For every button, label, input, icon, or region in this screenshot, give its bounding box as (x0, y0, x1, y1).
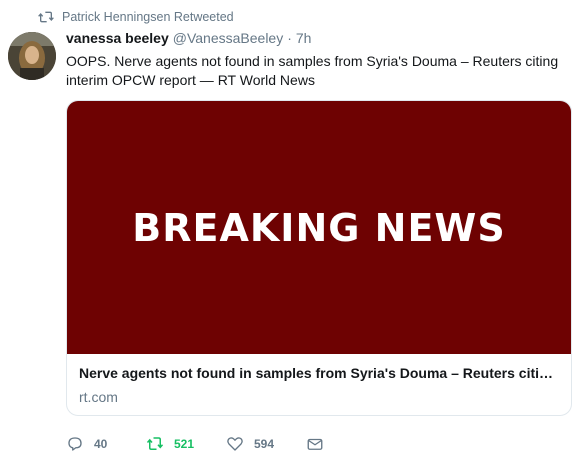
reply-button[interactable]: 40 (66, 434, 107, 454)
reply-count: 40 (94, 437, 108, 451)
retweet-context: Patrick Henningsen Retweeted (38, 8, 234, 26)
author-display-name[interactable]: vanessa beeley (66, 30, 169, 46)
like-count: 594 (254, 437, 275, 451)
author-handle[interactable]: @VanessaBeeley (173, 30, 283, 46)
retweet-count: 521 (174, 437, 195, 451)
avatar[interactable] (8, 32, 56, 80)
direct-message-button[interactable] (306, 434, 324, 454)
like-button[interactable]: 594 (226, 434, 274, 454)
direct-message-icon (307, 438, 323, 450)
card-domain: rt.com (79, 389, 118, 405)
tweet-actions: 40 521 594 (66, 434, 366, 454)
retweet-icon (38, 11, 54, 23)
tweet[interactable]: Patrick Henningsen Retweeted vanessa bee… (0, 0, 584, 458)
reply-icon (68, 437, 82, 451)
card-title[interactable]: Nerve agents not found in samples from S… (79, 365, 559, 381)
avatar-photo (8, 32, 56, 80)
tweet-text: OOPS. Nerve agents not found in samples … (66, 53, 559, 88)
retweet-icon (146, 437, 164, 450)
like-icon (227, 437, 243, 451)
tweet-header: vanessa beeley @VanessaBeeley · 7h (66, 30, 311, 46)
link-card[interactable]: BREAKING NEWS Nerve agents not found in … (66, 100, 572, 416)
retweet-context-text[interactable]: Patrick Henningsen Retweeted (62, 10, 234, 24)
card-image[interactable]: BREAKING NEWS (67, 101, 571, 354)
separator-dot: · (287, 30, 292, 46)
retweet-button[interactable]: 521 (146, 434, 194, 454)
tweet-timestamp[interactable]: 7h (296, 30, 312, 46)
card-image-text: BREAKING NEWS (132, 205, 506, 250)
